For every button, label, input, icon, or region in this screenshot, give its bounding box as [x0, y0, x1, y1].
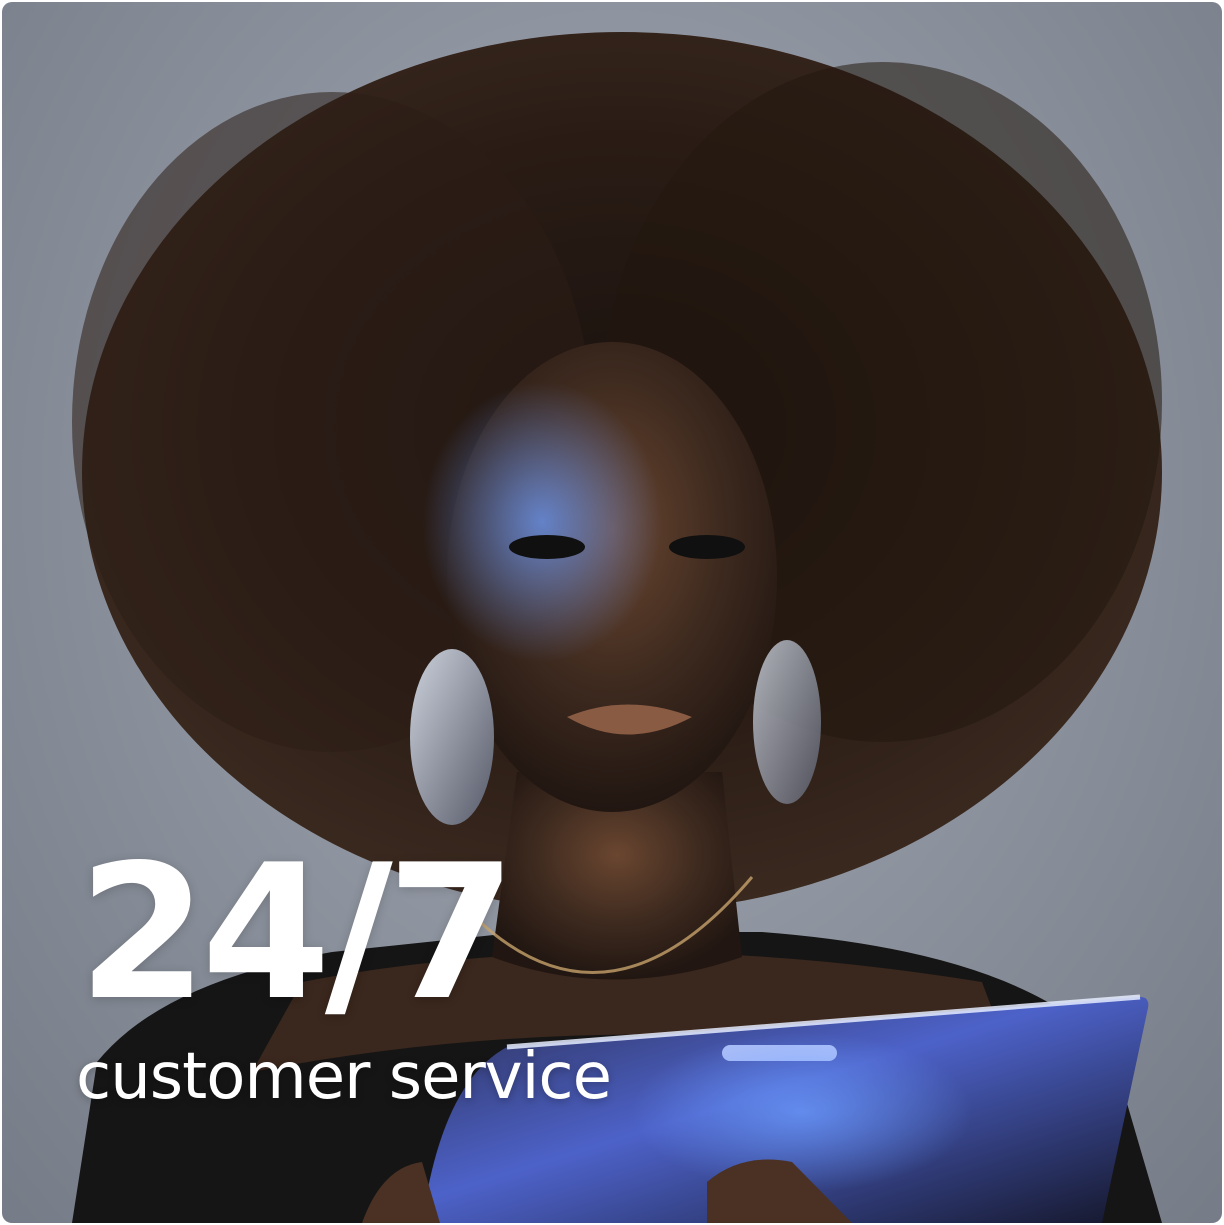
promo-card: 24/7 customer service	[2, 2, 1222, 1223]
headline-247: 24/7	[78, 824, 516, 1041]
customer-service-label: customer service	[76, 1040, 612, 1114]
